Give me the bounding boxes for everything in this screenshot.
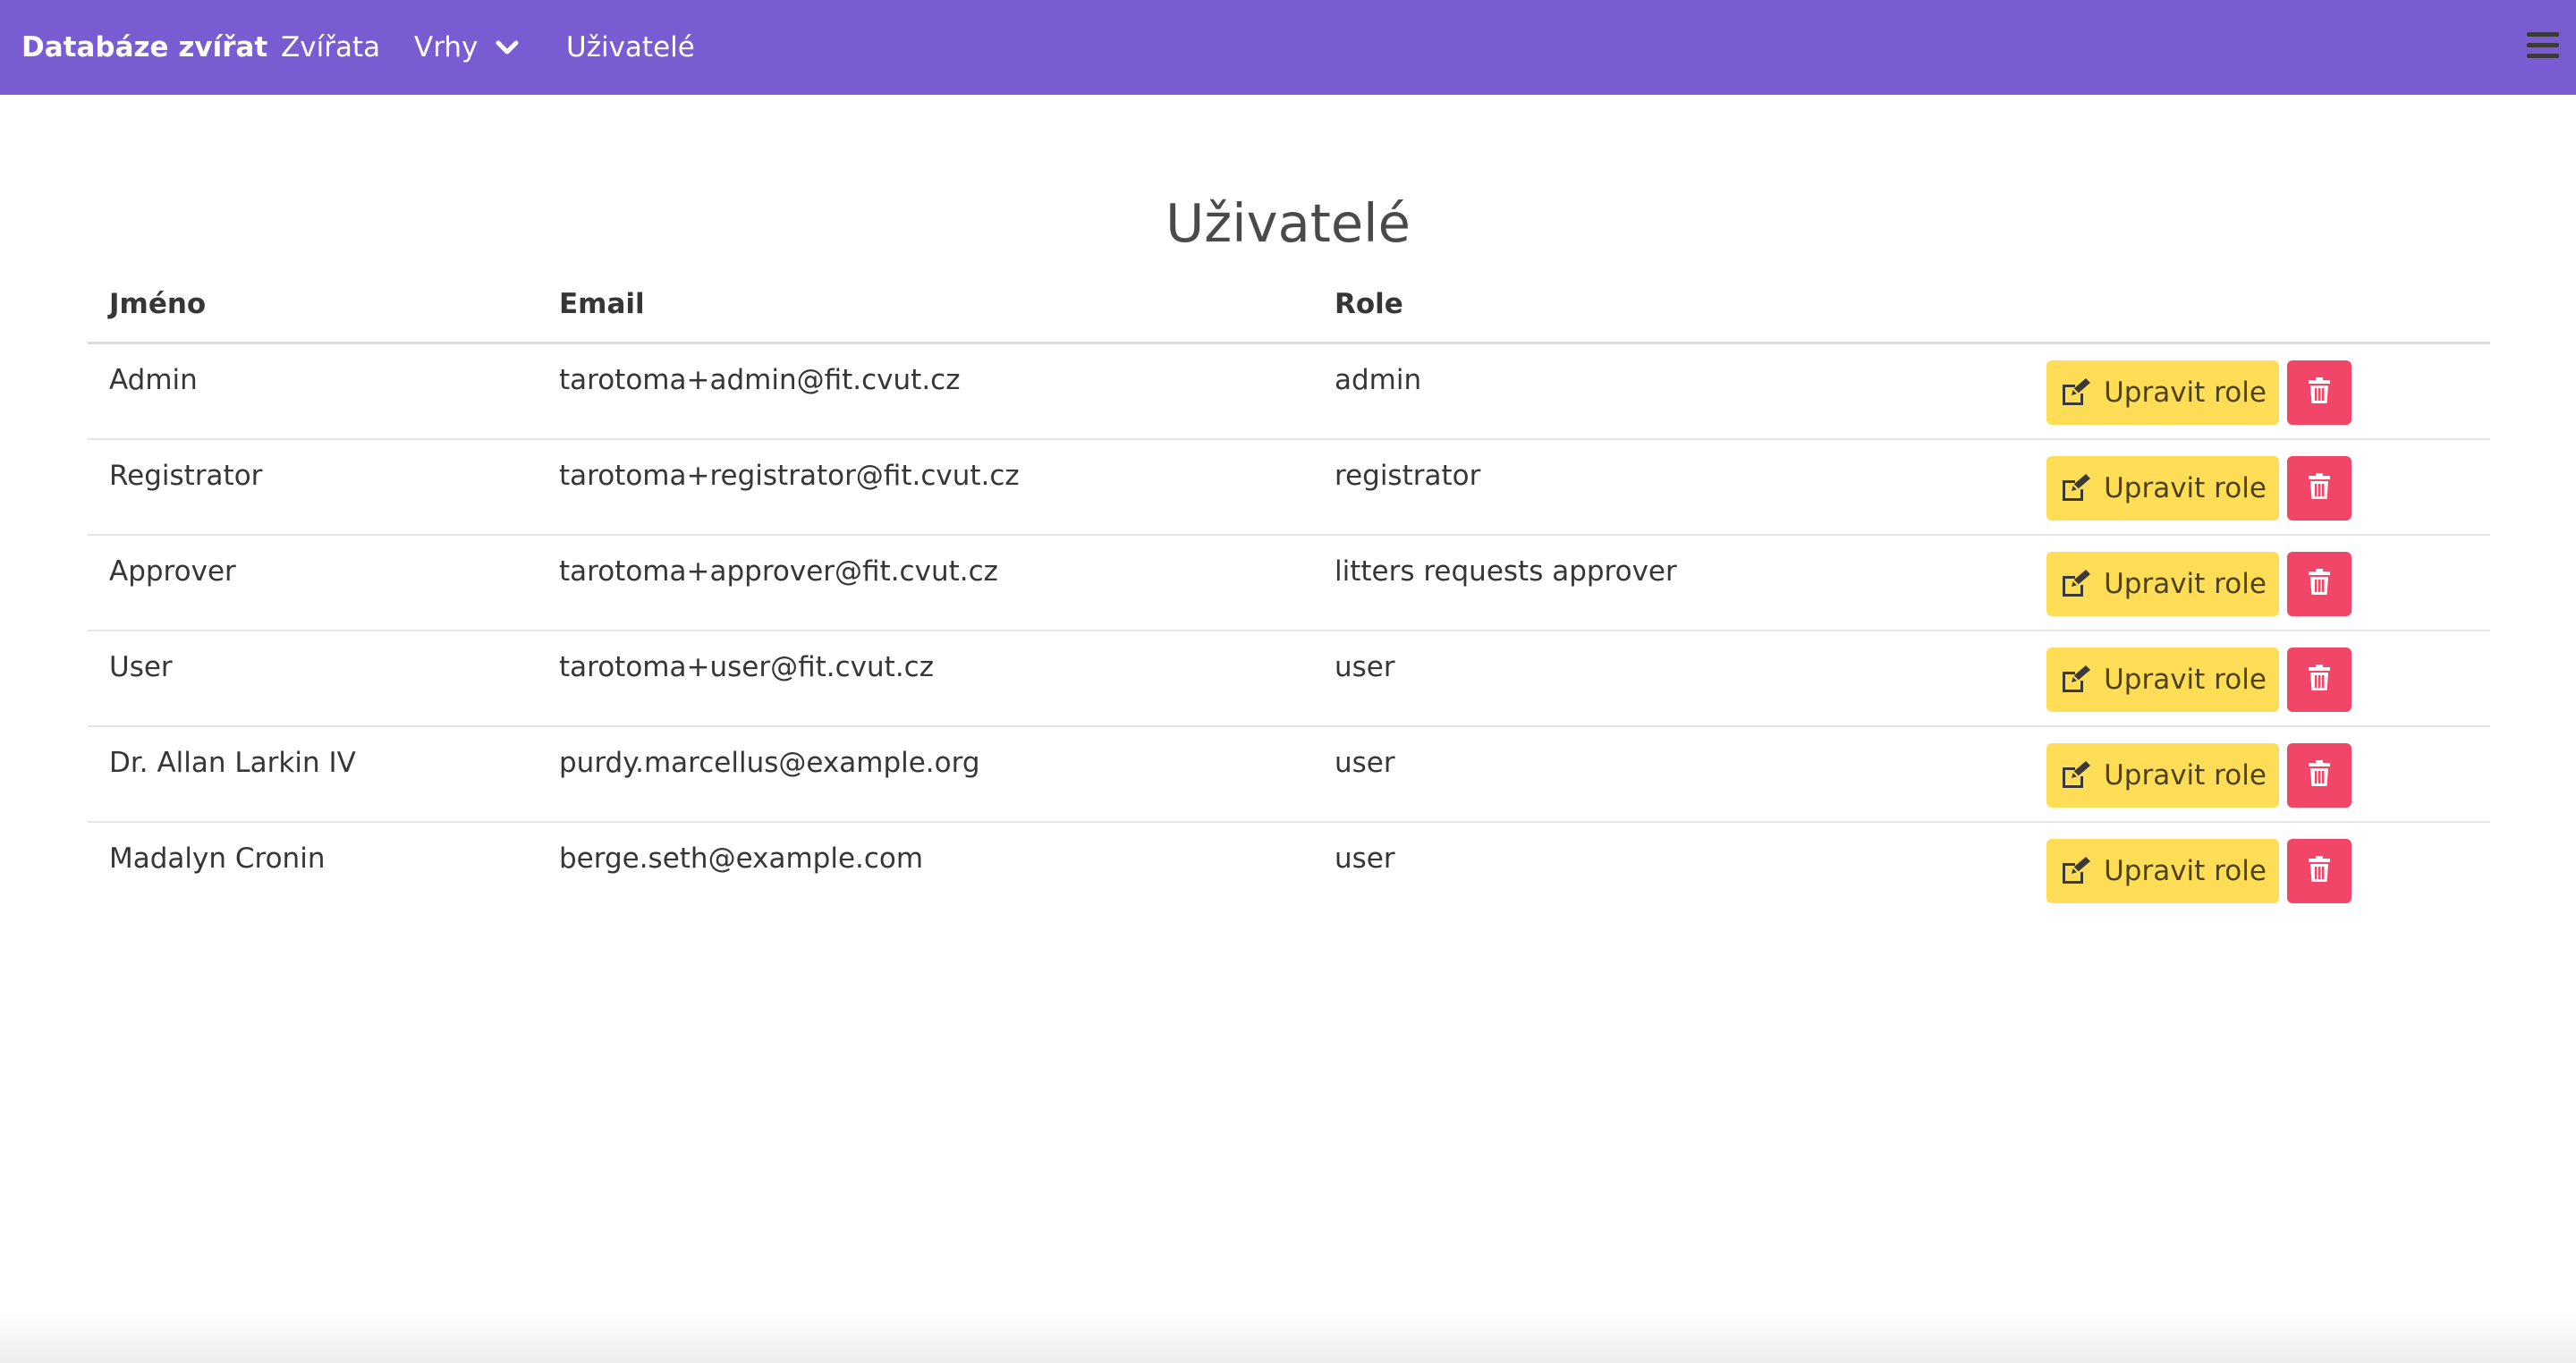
edit-icon	[2059, 377, 2091, 408]
cell-email: purdy.marcellus@example.org	[559, 747, 980, 779]
menu-icon	[2525, 30, 2561, 65]
cell-name: Admin	[109, 364, 198, 396]
nav-item-uzivatele[interactable]: Uživatelé	[566, 0, 695, 95]
cell-name: User	[109, 651, 173, 683]
edit-roles-button[interactable]: Upravit role	[2046, 648, 2279, 712]
table-row: Registrator tarotoma+registrator@fit.cvut…	[88, 440, 2490, 536]
table-row: Admin tarotoma+admin@fit.cvut.cz admin Upra…	[88, 344, 2490, 440]
bottom-shadow	[0, 1309, 2576, 1363]
delete-user-button[interactable]	[2287, 360, 2351, 425]
top-navbar: Databáze zvířat Zvířata Vrhy Uživatelé	[0, 0, 2576, 95]
cell-role: user	[1335, 747, 1395, 779]
edit-roles-button[interactable]: Upravit role	[2046, 456, 2279, 521]
cell-email: tarotoma+approver@fit.cvut.cz	[559, 555, 998, 588]
chevron-down-icon	[496, 39, 519, 55]
trash-icon	[2308, 377, 2331, 408]
cell-role: admin	[1335, 364, 1422, 396]
trash-icon	[2308, 760, 2331, 791]
edit-roles-label: Upravit role	[2104, 664, 2267, 696]
edit-roles-label: Upravit role	[2104, 855, 2267, 887]
edit-roles-button[interactable]: Upravit role	[2046, 743, 2279, 808]
column-header-name: Jméno	[109, 288, 207, 320]
table-body: Admin tarotoma+admin@fit.cvut.cz admin Upra…	[88, 344, 2490, 917]
trash-icon	[2308, 473, 2331, 504]
nav-item-vrhy[interactable]: Vrhy	[414, 0, 519, 95]
edit-icon	[2059, 760, 2091, 791]
edit-roles-button[interactable]: Upravit role	[2046, 552, 2279, 616]
cell-name: Approver	[109, 555, 236, 588]
hamburger-menu-button[interactable]	[2510, 0, 2576, 95]
trash-icon	[2308, 569, 2331, 599]
edit-icon	[2059, 856, 2091, 886]
cell-role: litters requests approver	[1335, 555, 1677, 588]
table-header: Jméno Email Role	[88, 275, 2490, 344]
edit-roles-label: Upravit role	[2104, 568, 2267, 600]
edit-icon	[2059, 569, 2091, 599]
table-row: User tarotoma+user@fit.cvut.cz user Upravit…	[88, 631, 2490, 727]
cell-role: user	[1335, 651, 1395, 683]
cell-name: Registrator	[109, 460, 263, 492]
trash-icon	[2308, 856, 2331, 886]
page-title: Uživatelé	[1165, 192, 1411, 254]
delete-user-button[interactable]	[2287, 648, 2351, 712]
table-row: Madalyn Cronin berge.seth@example.com user…	[88, 823, 2490, 917]
users-table: Jméno Email Role Admin tarotoma+admin@fit…	[88, 275, 2490, 917]
column-header-role: Role	[1335, 288, 1403, 320]
cell-email: berge.seth@example.com	[559, 842, 924, 875]
cell-role: user	[1335, 842, 1395, 875]
delete-user-button[interactable]	[2287, 743, 2351, 808]
brand-link[interactable]: Databáze zvířat	[21, 0, 267, 95]
nav-item-zvirata[interactable]: Zvířata	[281, 0, 380, 95]
cell-email: tarotoma+user@fit.cvut.cz	[559, 651, 934, 683]
edit-roles-label: Upravit role	[2104, 377, 2267, 409]
cell-name: Dr. Allan Larkin IV	[109, 747, 356, 779]
table-row: Approver tarotoma+approver@fit.cvut.cz lit…	[88, 536, 2490, 631]
delete-user-button[interactable]	[2287, 552, 2351, 616]
table-row: Dr. Allan Larkin IV purdy.marcellus@examp…	[88, 727, 2490, 823]
edit-icon	[2059, 473, 2091, 504]
edit-roles-button[interactable]: Upravit role	[2046, 360, 2279, 425]
edit-roles-button[interactable]: Upravit role	[2046, 839, 2279, 903]
edit-roles-label: Upravit role	[2104, 759, 2267, 792]
edit-icon	[2059, 665, 2091, 695]
cell-email: tarotoma+admin@fit.cvut.cz	[559, 364, 961, 396]
cell-name: Madalyn Cronin	[109, 842, 326, 875]
delete-user-button[interactable]	[2287, 839, 2351, 903]
edit-roles-label: Upravit role	[2104, 472, 2267, 504]
column-header-email: Email	[559, 288, 645, 320]
cell-email: tarotoma+registrator@fit.cvut.cz	[559, 460, 1020, 492]
delete-user-button[interactable]	[2287, 456, 2351, 521]
cell-role: registrator	[1335, 460, 1481, 492]
trash-icon	[2308, 665, 2331, 695]
nav-item-vrhy-label: Vrhy	[414, 31, 479, 63]
